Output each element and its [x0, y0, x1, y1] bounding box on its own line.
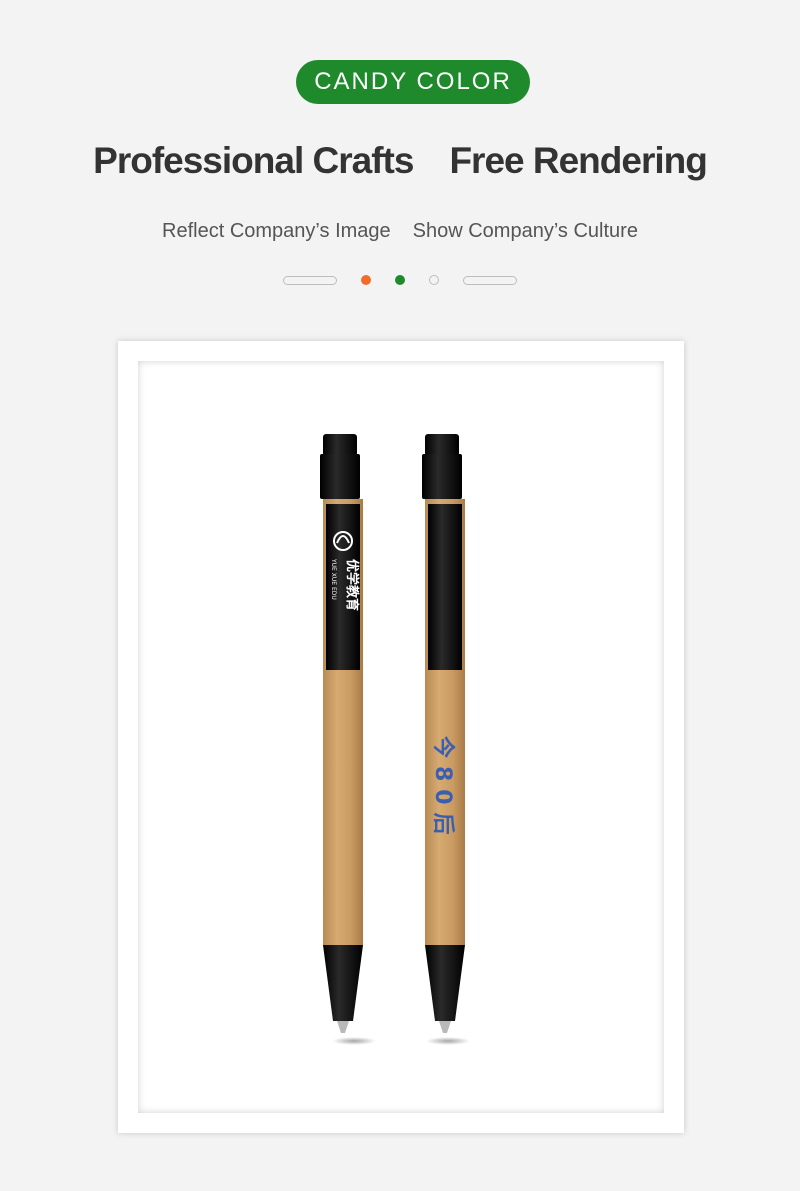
headline-right: Free Rendering: [449, 140, 707, 181]
carousel-indicator: [0, 274, 800, 286]
product-photo: 优学教育 YUE XUE EDU 今80后: [320, 434, 470, 1045]
candy-color-badge: CANDY COLOR: [296, 60, 530, 104]
subline-left: Reflect Company’s Image: [162, 220, 391, 242]
headline: Professional Crafts Free Rendering: [0, 140, 800, 182]
indicator-dot-hollow[interactable]: [429, 275, 439, 285]
indicator-line-right: [463, 275, 517, 285]
pen-right: 今80后: [422, 434, 470, 1045]
headline-left: Professional Crafts: [93, 140, 414, 181]
indicator-line-left: [283, 275, 337, 285]
indicator-dot-green[interactable]: [395, 275, 405, 285]
badge-label: CANDY COLOR: [314, 68, 512, 95]
pen-left-brand-en: YUE XUE EDU: [330, 558, 337, 600]
pen-left: 优学教育 YUE XUE EDU: [320, 434, 376, 1045]
pen-right-print: 今80后: [430, 736, 456, 843]
subline-right: Show Company’s Culture: [412, 220, 638, 242]
pen-left-brand-cn: 优学教育: [344, 559, 360, 611]
subheadline: Reflect Company’s Image Show Company’s C…: [0, 220, 800, 243]
indicator-dot-orange[interactable]: [361, 275, 371, 285]
product-photo-frame: 优学教育 YUE XUE EDU 今80后: [118, 341, 684, 1133]
